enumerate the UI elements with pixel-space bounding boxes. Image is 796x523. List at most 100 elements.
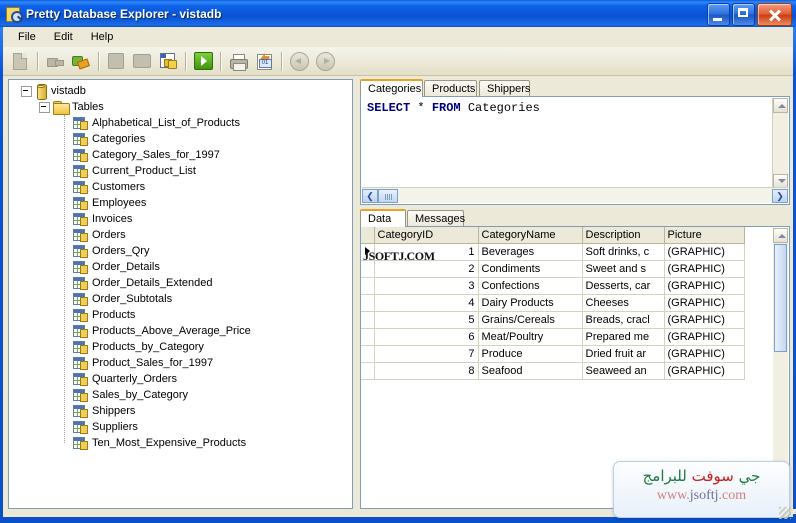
cell-category-name[interactable]: Beverages xyxy=(478,243,583,261)
column-header[interactable]: CategoryID xyxy=(374,227,479,244)
cell-category-id[interactable]: 4 xyxy=(374,294,479,312)
tree-item-table[interactable]: Quarterly_Orders xyxy=(9,371,352,387)
cell-category-id[interactable]: 5 xyxy=(374,311,479,329)
cell-category-id[interactable]: 1 xyxy=(374,243,479,261)
tree-item-table[interactable]: Alphabetical_List_of_Products xyxy=(9,115,352,131)
editor-vertical-scrollbar[interactable] xyxy=(772,98,788,189)
grid-scroll-up-icon[interactable] xyxy=(773,228,788,243)
tab-data[interactable]: Data xyxy=(360,209,406,227)
table-row[interactable]: 6 Meat/Poultry Prepared me (GRAPHIC) xyxy=(361,328,745,346)
tab-shippers[interactable]: Shippers xyxy=(479,80,530,97)
tree-item-table[interactable]: Products_Above_Average_Price xyxy=(9,323,352,339)
cell-category-id[interactable]: 3 xyxy=(374,277,479,295)
table-row[interactable]: 3 Confections Desserts, car (GRAPHIC) xyxy=(361,277,745,295)
cell-picture[interactable]: (GRAPHIC) xyxy=(664,311,745,329)
tree-item-table[interactable]: Employees xyxy=(9,195,352,211)
minimize-button[interactable] xyxy=(707,3,730,26)
tree-item-table[interactable]: Order_Details_Extended xyxy=(9,275,352,291)
tree-item-table[interactable]: Category_Sales_for_1997 xyxy=(9,147,352,163)
resize-grip[interactable] xyxy=(779,507,791,519)
cell-category-id[interactable]: 7 xyxy=(374,345,479,363)
grid-scroll-thumb[interactable] xyxy=(774,244,787,352)
tab-categories[interactable]: Categories xyxy=(360,79,423,97)
tree-node-root[interactable]: vistadb xyxy=(9,83,352,100)
database-tree-panel[interactable]: vistadb Tables Alphabetical_List_of_Produc… xyxy=(8,79,353,509)
menu-file[interactable]: File xyxy=(9,29,45,45)
report-button[interactable]: 01 xyxy=(252,50,276,73)
menu-help[interactable]: Help xyxy=(82,29,123,45)
tree-item-table[interactable]: Current_Product_List xyxy=(9,163,352,179)
tree-item-table[interactable]: Order_Subtotals xyxy=(9,291,352,307)
execute-button[interactable] xyxy=(191,50,215,73)
tree-item-table[interactable]: Shippers xyxy=(9,403,352,419)
tree-item-table[interactable]: Orders xyxy=(9,227,352,243)
tree-item-table[interactable]: Categories xyxy=(9,131,352,147)
print-button[interactable] xyxy=(226,50,250,73)
cell-category-name[interactable]: Confections xyxy=(478,277,583,295)
cell-picture[interactable]: (GRAPHIC) xyxy=(664,277,745,295)
cell-description[interactable]: Desserts, car xyxy=(582,277,665,295)
tree-item-table[interactable]: Products xyxy=(9,307,352,323)
editor-horizontal-scrollbar[interactable]: ❮ ❯ xyxy=(362,187,788,203)
menu-edit[interactable]: Edit xyxy=(45,29,82,45)
tree-item-table[interactable]: Product_Sales_for_1997 xyxy=(9,355,352,371)
cell-description[interactable]: Soft drinks, c xyxy=(582,243,665,261)
scroll-left-icon[interactable]: ❮ xyxy=(362,188,378,203)
tab-messages[interactable]: Messages xyxy=(407,210,465,227)
cell-category-id[interactable]: 6 xyxy=(374,328,479,346)
tree-item-table[interactable]: Orders_Qry xyxy=(9,243,352,259)
cell-picture[interactable]: (GRAPHIC) xyxy=(664,328,745,346)
scroll-right-icon[interactable]: ❯ xyxy=(772,188,788,203)
tree-item-table[interactable]: Customers xyxy=(9,179,352,195)
cell-category-id[interactable]: 2 xyxy=(374,260,479,278)
row-selector[interactable] xyxy=(361,311,375,329)
cell-category-name[interactable]: Grains/Cereals xyxy=(478,311,583,329)
cell-picture[interactable]: (GRAPHIC) xyxy=(664,362,745,380)
cell-category-id[interactable]: 8 xyxy=(374,362,479,380)
row-selector[interactable] xyxy=(361,362,375,380)
cell-picture[interactable]: (GRAPHIC) xyxy=(664,243,745,261)
column-header[interactable]: CategoryName xyxy=(478,227,583,244)
expander-collapse-icon[interactable] xyxy=(21,85,32,97)
row-selector[interactable] xyxy=(361,260,375,278)
forward-button[interactable] xyxy=(313,50,337,73)
disconnect-button[interactable] xyxy=(43,50,67,73)
connect-button[interactable] xyxy=(69,50,93,73)
cell-description[interactable]: Breads, cracl xyxy=(582,311,665,329)
maximize-button[interactable] xyxy=(732,3,755,26)
tree-item-table[interactable]: Order_Details xyxy=(9,259,352,275)
new-document-button[interactable] xyxy=(8,50,32,73)
tree-item-table[interactable]: Products_by_Category xyxy=(9,339,352,355)
cell-picture[interactable]: (GRAPHIC) xyxy=(664,260,745,278)
table-row[interactable]: 5 Grains/Cereals Breads, cracl (GRAPHIC) xyxy=(361,311,745,329)
tree-item-table[interactable]: Invoices xyxy=(9,211,352,227)
cell-category-name[interactable]: Produce xyxy=(478,345,583,363)
tree-item-table[interactable]: Ten_Most_Expensive_Products xyxy=(9,435,352,451)
tree-item-table[interactable]: Suppliers xyxy=(9,419,352,435)
hscroll-thumb[interactable] xyxy=(378,188,398,203)
copy-button[interactable] xyxy=(130,50,154,73)
row-selector[interactable] xyxy=(361,243,375,261)
cell-category-name[interactable]: Meat/Poultry xyxy=(478,328,583,346)
table-row[interactable]: 8 Seafood Seaweed an (GRAPHIC) xyxy=(361,362,745,380)
cell-description[interactable]: Sweet and s xyxy=(582,260,665,278)
cell-description[interactable]: Dried fruit ar xyxy=(582,345,665,363)
table-row[interactable]: 7 Produce Dried fruit ar (GRAPHIC) xyxy=(361,345,745,363)
tab-products[interactable]: Products xyxy=(424,80,477,97)
tree-item-table[interactable]: Sales_by_Category xyxy=(9,387,352,403)
cell-category-name[interactable]: Dairy Products xyxy=(478,294,583,312)
expander-collapse-icon[interactable] xyxy=(39,101,50,113)
table-row[interactable]: 4 Dairy Products Cheeses (GRAPHIC) xyxy=(361,294,745,312)
table-row[interactable]: 1 Beverages Soft drinks, c (GRAPHIC) xyxy=(361,243,745,261)
cell-description[interactable]: Seaweed an xyxy=(582,362,665,380)
row-selector[interactable] xyxy=(361,345,375,363)
tree-node-tables[interactable]: Tables xyxy=(9,99,352,115)
table-designer-button[interactable] xyxy=(156,50,180,73)
cell-description[interactable]: Prepared me xyxy=(582,328,665,346)
close-button[interactable] xyxy=(757,3,792,26)
sql-editor[interactable]: SELECT * FROM Categories ❮ ❯ xyxy=(360,96,790,205)
cell-description[interactable]: Cheeses xyxy=(582,294,665,312)
row-selector[interactable] xyxy=(361,277,375,295)
row-selector[interactable] xyxy=(361,294,375,312)
column-header[interactable]: Picture xyxy=(664,227,745,244)
